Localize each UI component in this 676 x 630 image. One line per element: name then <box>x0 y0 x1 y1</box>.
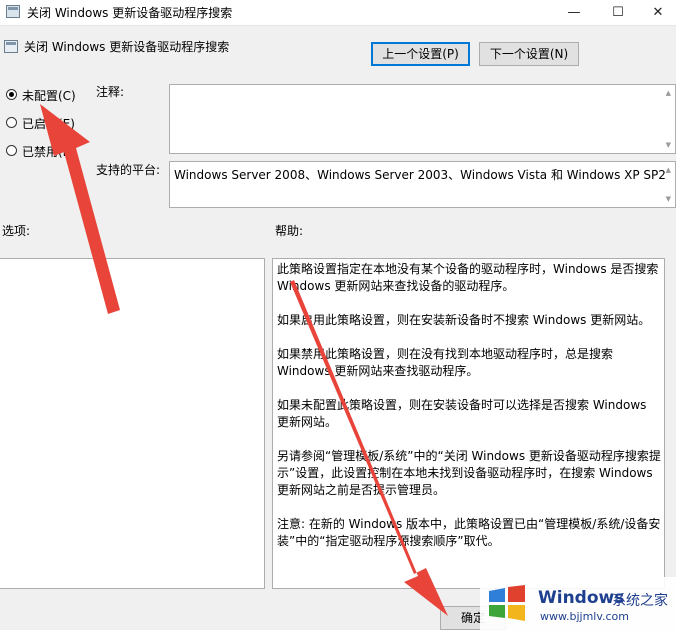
radio-circle[interactable] <box>6 117 17 128</box>
options-panel <box>0 258 265 589</box>
previous-setting-button[interactable]: 上一个设置(P) <box>371 42 470 66</box>
setting-icon <box>4 40 18 53</box>
next-setting-button[interactable]: 下一个设置(N) <box>479 42 579 66</box>
radio-label: 已启用(E) <box>22 117 75 131</box>
platform-label: 支持的平台: <box>96 163 161 177</box>
platform-field: Windows Server 2008、Windows Server 2003、… <box>169 161 676 208</box>
watermark-url: www.bjjmlv.com <box>540 610 629 623</box>
minimize-button[interactable]: — <box>552 0 596 25</box>
title-bar: 关闭 Windows 更新设备驱动程序搜索 — ☐ ✕ <box>0 0 676 26</box>
setting-title: 关闭 Windows 更新设备驱动程序搜索 <box>24 40 230 54</box>
window-title: 关闭 Windows 更新设备驱动程序搜索 <box>27 6 233 20</box>
scroll-down-icon[interactable]: ▼ <box>666 141 671 149</box>
help-paragraph: 如果未配置此策略设置，则在安装设备时可以选择是否搜索 Windows 更新网站。 <box>277 398 647 429</box>
scroll-up-icon[interactable]: ▲ <box>666 166 671 174</box>
radio-circle[interactable] <box>6 145 17 156</box>
radio-label: 已禁用(D) <box>22 145 77 159</box>
platform-value: Windows Server 2008、Windows Server 2003、… <box>174 168 666 182</box>
scroll-up-icon[interactable]: ▲ <box>666 89 671 97</box>
help-paragraph: 如果启用此策略设置，则在安装新设备时不搜索 Windows 更新网站。 <box>277 313 651 327</box>
maximize-button[interactable]: ☐ <box>596 0 640 25</box>
close-button[interactable]: ✕ <box>640 0 676 25</box>
policy-icon <box>6 5 20 18</box>
help-paragraph: 此策略设置指定在本地没有某个设备的驱动程序时，Windows 是否搜索 Wind… <box>277 262 659 293</box>
help-panel[interactable]: 此策略设置指定在本地没有某个设备的驱动程序时，Windows 是否搜索 Wind… <box>272 258 665 589</box>
help-paragraph: 注意: 在新的 Windows 版本中，此策略设置已由“管理模板/系统/设备安装… <box>277 517 661 548</box>
watermark: Windows 系统之家 www.bjjmlv.com <box>480 577 676 630</box>
windows-logo-icon <box>489 585 525 621</box>
comment-label: 注释: <box>96 85 125 99</box>
help-paragraph: 如果禁用此策略设置，则在没有找到本地驱动程序时，总是搜索 Windows 更新网… <box>277 347 614 378</box>
scroll-down-icon[interactable]: ▼ <box>666 195 671 203</box>
comment-textarea[interactable]: ▲ ▼ <box>169 84 676 154</box>
help-paragraph: 另请参阅“管理模板/系统”中的“关闭 Windows 更新设备驱动程序搜索提示”… <box>277 449 661 497</box>
help-label: 帮助: <box>275 224 304 238</box>
options-label: 选项: <box>2 224 31 238</box>
radio-circle-checked[interactable] <box>6 89 17 100</box>
radio-label: 未配置(C) <box>22 89 76 103</box>
watermark-site-name: 系统之家 <box>612 593 668 609</box>
